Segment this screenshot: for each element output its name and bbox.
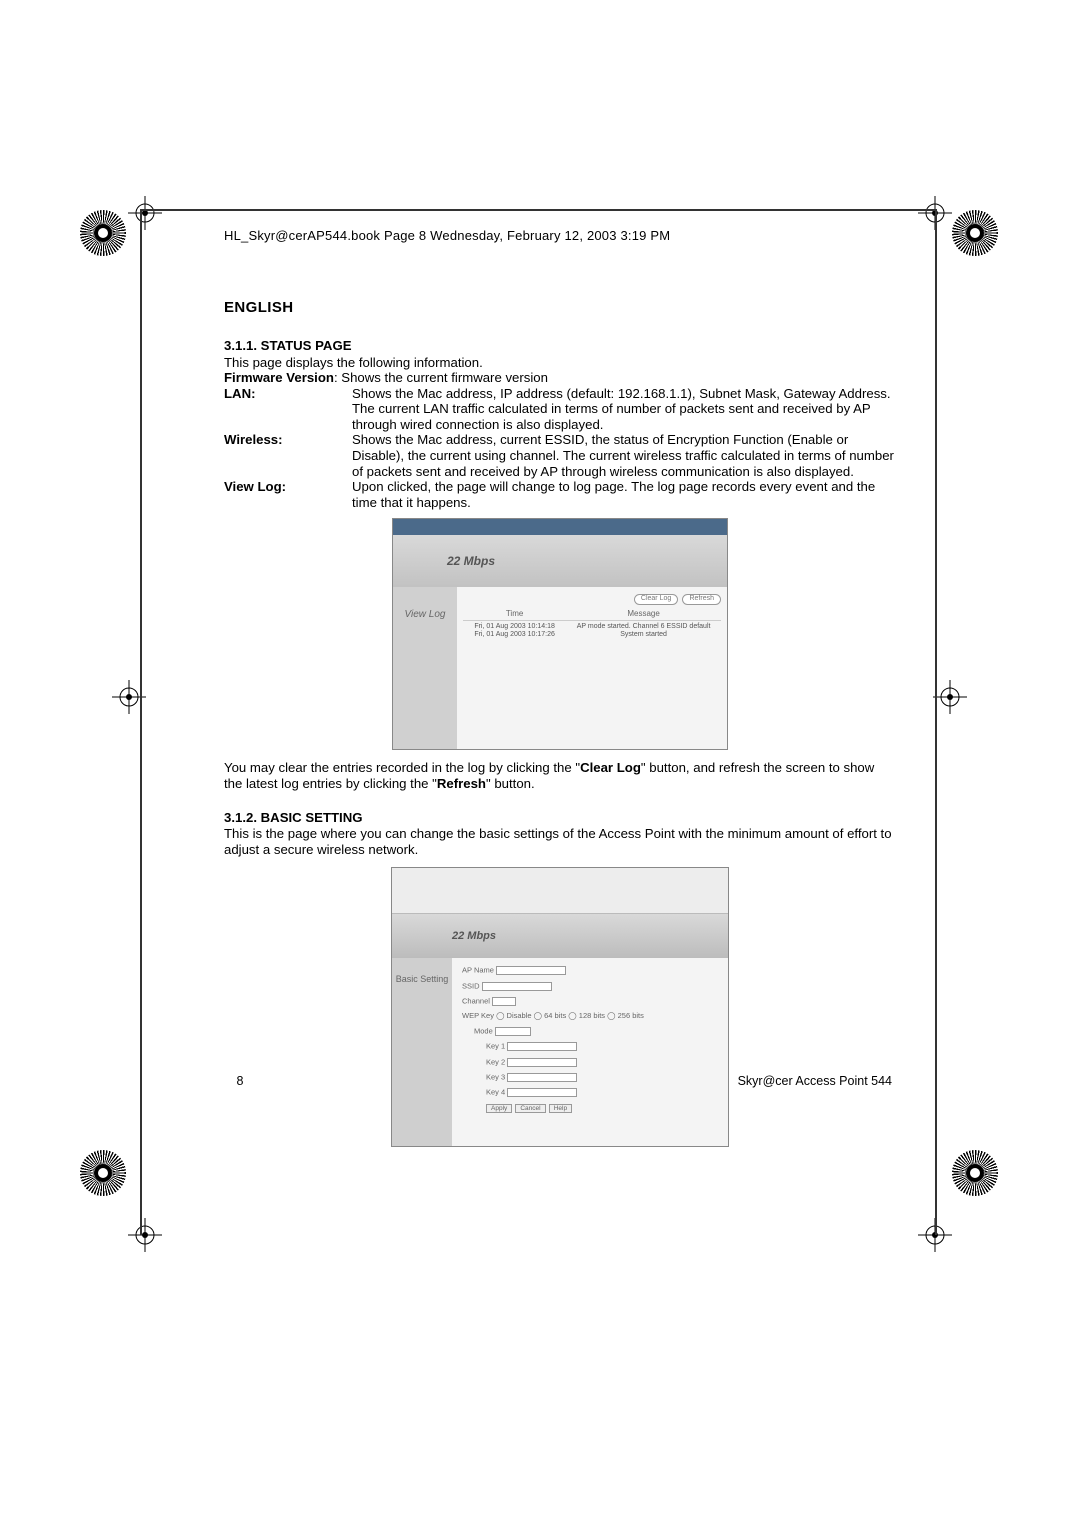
firmware-label: Firmware Version: [224, 370, 334, 385]
wep-options: ◯ Disable ◯ 64 bits ◯ 128 bits ◯ 256 bit…: [496, 1011, 644, 1020]
lan-label: LAN: [224, 386, 251, 401]
page-footer: 8 Skyr@cer Access Point 544: [184, 1074, 892, 1088]
source-file-header: HL_Skyr@cerAP544.book Page 8 Wednesday, …: [224, 228, 900, 243]
key1-input: [507, 1042, 577, 1051]
key2-label: Key 2: [486, 1057, 505, 1066]
definition-lan: LAN: Shows the Mac address, IP address (…: [224, 386, 896, 433]
log-row-msg: System started: [566, 631, 721, 639]
key4-input: [507, 1088, 577, 1097]
registration-mark: [80, 210, 126, 256]
definition-wireless: Wireless: Shows the Mac address, current…: [224, 432, 896, 479]
log-row-time: Fri, 01 Aug 2003 10:14:18: [463, 623, 566, 631]
ssid-input: [482, 982, 552, 991]
log-row-time: Fri, 01 Aug 2003 10:17:26: [463, 631, 566, 639]
screenshot1-col-message: Message: [566, 609, 721, 618]
crop-mark-icon: [128, 1218, 162, 1252]
channel-input: [492, 997, 516, 1006]
screenshot1-sidebar: View Log: [393, 587, 457, 749]
text-fragment: You may clear the entries recorded in th…: [224, 760, 580, 775]
crop-mark-icon: [128, 196, 162, 230]
log-row-msg: AP mode started. Channel 6 ESSID default: [566, 623, 721, 631]
crop-line: [935, 209, 937, 1235]
wireless-description: Shows the Mac address, current ESSID, th…: [352, 432, 896, 479]
cancel-button: Cancel: [515, 1104, 545, 1114]
firmware-text: : Shows the current firmware version: [334, 370, 548, 385]
screenshot2-sidebar: Basic Setting: [392, 958, 452, 1146]
section-heading-basic: 3.1.2. BASIC SETTING: [224, 810, 896, 826]
mode-input: [495, 1027, 531, 1036]
key4-label: Key 4: [486, 1088, 505, 1097]
section-heading-status: 3.1.1. STATUS PAGE: [224, 338, 896, 354]
clearlog-term: Clear Log: [580, 760, 641, 775]
registration-mark: [80, 1150, 126, 1196]
clearlog-paragraph: You may clear the entries recorded in th…: [224, 760, 896, 791]
key1-label: Key 1: [486, 1042, 505, 1051]
footer-doc-title: Skyr@cer Access Point 544: [738, 1074, 892, 1088]
apname-input: [496, 966, 566, 975]
screenshot-viewlog: 22 Mbps View Log Clear Log Refresh Time …: [392, 518, 728, 750]
crop-mark-icon: [933, 680, 967, 714]
screenshot1-clearlog-button: Clear Log: [634, 594, 678, 604]
screenshot2-banner: 22 Mbps: [392, 914, 728, 958]
screenshot-basicsetting: 22 Mbps Basic Setting AP Name SSID Chann…: [391, 867, 729, 1147]
crop-line: [140, 209, 935, 211]
apply-button: Apply: [486, 1104, 512, 1114]
key2-input: [507, 1058, 577, 1067]
registration-mark: [952, 1150, 998, 1196]
definition-viewlog: View Log: Upon clicked, the page will ch…: [224, 479, 896, 510]
viewlog-label: View Log: [224, 479, 282, 494]
screenshot1-col-time: Time: [463, 609, 566, 618]
registration-mark: [952, 210, 998, 256]
screenshot1-banner: 22 Mbps: [393, 535, 727, 587]
crop-line: [140, 209, 142, 1235]
status-intro: This page displays the following informa…: [224, 355, 896, 371]
page-number: 8: [184, 1074, 296, 1088]
firmware-line: Firmware Version: Shows the current firm…: [224, 370, 896, 386]
language-heading: ENGLISH: [224, 299, 900, 316]
ssid-label: SSID: [462, 981, 480, 990]
mode-label: Mode: [474, 1027, 493, 1036]
lan-description: Shows the Mac address, IP address (defau…: [352, 386, 896, 433]
basic-setting-text: This is the page where you can change th…: [224, 826, 896, 857]
channel-label: Channel: [462, 996, 490, 1005]
document-page: HL_Skyr@cerAP544.book Page 8 Wednesday, …: [180, 0, 900, 1147]
apname-label: AP Name: [462, 966, 494, 975]
wireless-label: Wireless: [224, 432, 278, 447]
refresh-term: Refresh: [437, 776, 486, 791]
screenshot1-refresh-button: Refresh: [682, 594, 721, 604]
help-button: Help: [549, 1104, 572, 1114]
text-fragment: " button.: [486, 776, 535, 791]
viewlog-description: Upon clicked, the page will change to lo…: [352, 479, 896, 510]
wep-label: WEP Key: [462, 1011, 494, 1020]
